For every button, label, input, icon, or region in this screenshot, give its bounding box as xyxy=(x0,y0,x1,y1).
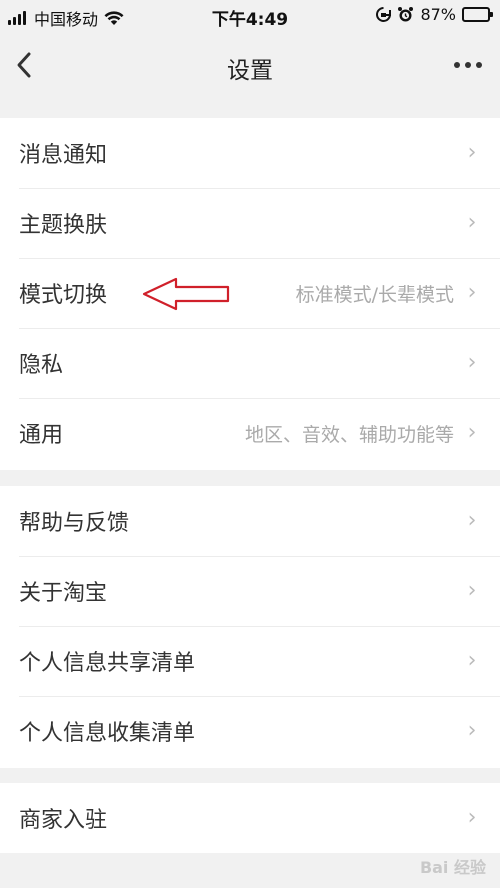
chevron-right-icon: › xyxy=(467,718,477,743)
setting-label: 通用 xyxy=(19,423,64,448)
setting-label: 消息通知 xyxy=(19,143,108,168)
setting-row-mode-switch[interactable]: 模式切换 标准模式/长辈模式 › xyxy=(0,258,500,328)
chevron-right-icon: › xyxy=(467,140,477,165)
battery-percent: 87% xyxy=(420,5,456,24)
status-bar: 中国移动 下午4:49 87% xyxy=(0,0,500,34)
chevron-right-icon: › xyxy=(467,420,477,445)
settings-group-1: 消息通知 › 主题换肤 › 模式切换 标准模式/长辈模式 › 隐私 › 通用 地… xyxy=(0,118,500,470)
setting-row-notifications[interactable]: 消息通知 › xyxy=(0,118,500,188)
setting-row-info-sharing-list[interactable]: 个人信息共享清单 › xyxy=(0,626,500,696)
settings-group-2: 帮助与反馈 › 关于淘宝 › 个人信息共享清单 › 个人信息收集清单 › xyxy=(0,486,500,768)
setting-row-general[interactable]: 通用 地区、音效、辅助功能等 › xyxy=(0,398,500,468)
settings-group-3: 商家入驻 › xyxy=(0,783,500,853)
setting-row-privacy[interactable]: 隐私 › xyxy=(0,328,500,398)
setting-row-info-collection-list[interactable]: 个人信息收集清单 › xyxy=(0,696,500,766)
setting-label: 隐私 xyxy=(19,353,64,378)
setting-label: 关于淘宝 xyxy=(19,581,108,606)
setting-label: 个人信息共享清单 xyxy=(19,651,196,676)
navigation-bar: 设置 xyxy=(0,34,500,100)
setting-value: 标准模式/长辈模式 xyxy=(295,283,454,306)
more-dots-icon xyxy=(454,62,482,68)
setting-label: 模式切换 xyxy=(19,283,108,308)
battery-icon xyxy=(462,7,493,22)
chevron-right-icon: › xyxy=(467,648,477,673)
chevron-right-icon: › xyxy=(467,578,477,603)
chevron-right-icon: › xyxy=(467,508,477,533)
setting-row-theme[interactable]: 主题换肤 › xyxy=(0,188,500,258)
setting-label: 主题换肤 xyxy=(19,213,108,238)
setting-label: 帮助与反馈 xyxy=(19,511,130,536)
annotation-arrow-icon xyxy=(142,277,230,311)
rotation-lock-icon xyxy=(376,7,392,22)
setting-value: 地区、音效、辅助功能等 xyxy=(244,423,454,446)
setting-label: 商家入驻 xyxy=(19,808,108,833)
watermark: Bai 经验 xyxy=(419,858,486,877)
setting-row-help-feedback[interactable]: 帮助与反馈 › xyxy=(0,486,500,556)
chevron-right-icon: › xyxy=(467,210,477,235)
chevron-right-icon: › xyxy=(467,805,477,830)
setting-label: 个人信息收集清单 xyxy=(19,721,196,746)
setting-row-merchant-join[interactable]: 商家入驻 › xyxy=(0,783,500,853)
more-options-button[interactable] xyxy=(448,50,488,86)
page-title: 设置 xyxy=(227,58,273,84)
chevron-right-icon: › xyxy=(467,350,477,375)
alarm-icon xyxy=(398,7,414,22)
setting-row-about[interactable]: 关于淘宝 › xyxy=(0,556,500,626)
status-right: 87% xyxy=(375,5,493,24)
chevron-right-icon: › xyxy=(467,280,477,305)
